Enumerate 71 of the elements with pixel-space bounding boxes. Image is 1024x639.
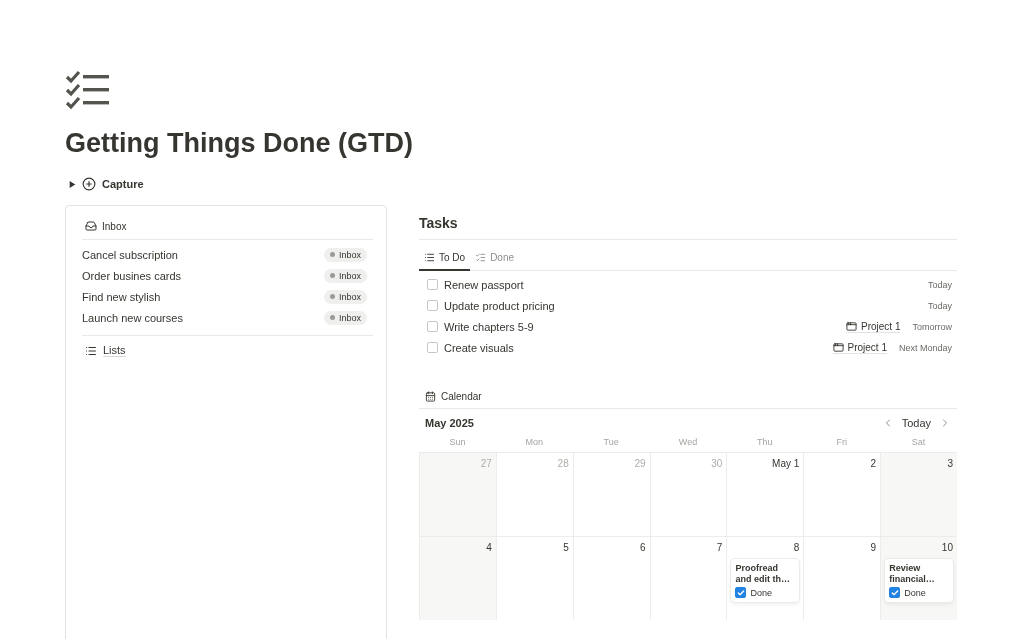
inbox-tag: Inbox [323, 289, 367, 304]
day-number: 7 [716, 542, 723, 553]
task-checkbox[interactable] [427, 279, 438, 290]
list-icon [424, 252, 435, 263]
weekday-label: Wed [677, 436, 699, 449]
inbox-item[interactable]: Order busines cards [82, 269, 182, 282]
task-date: Today [927, 300, 952, 311]
event-card[interactable]: Review financial… Done [885, 559, 953, 602]
inbox-item[interactable]: Launch new courses [82, 311, 183, 324]
page-title: Getting Things Done (GTD) [65, 128, 414, 159]
inbox-tag: Inbox [323, 268, 367, 283]
project-link[interactable]: Project 1 [846, 320, 901, 333]
day-number: May 1 [772, 458, 800, 469]
window-icon [846, 320, 857, 332]
calendar-title[interactable]: Calendar [441, 391, 482, 402]
weekday-label: Sat [910, 436, 927, 449]
task-date: Today [927, 279, 952, 290]
day-number: 4 [486, 542, 492, 553]
day-number: 9 [870, 542, 877, 553]
day-number: 30 [711, 458, 723, 469]
list-icon [85, 344, 97, 357]
weekday-label: Thu [756, 436, 774, 449]
checklist-icon [475, 252, 487, 263]
weekday-label: Tue [602, 436, 620, 449]
toggle-icon[interactable] [69, 180, 76, 188]
month-label: May 2025 [425, 417, 474, 429]
done-checkbox[interactable] [889, 587, 901, 598]
task-name[interactable]: Renew passport [444, 278, 916, 291]
event-title: Proofread and edit th… [735, 563, 791, 585]
weekday-label: Sun [448, 436, 467, 449]
day-number: 6 [640, 542, 646, 553]
inbox-title[interactable]: Inbox [102, 220, 127, 232]
inbox-item[interactable]: Find new stylish [82, 290, 161, 303]
checklist-icon [65, 70, 109, 110]
view-tab[interactable]: To Do [419, 244, 471, 271]
lists-link[interactable]: Lists [103, 344, 126, 357]
day-number: 10 [941, 542, 953, 553]
task-checkbox[interactable] [427, 321, 438, 332]
day-number: 29 [634, 458, 646, 469]
task-name[interactable]: Update product pricing [444, 299, 916, 312]
task-name[interactable]: Write chapters 5-9 [444, 320, 840, 333]
day-number: 8 [793, 542, 800, 553]
inbox-tag: Inbox [323, 247, 367, 262]
view-tab[interactable]: Done [470, 244, 520, 271]
task-date: Next Monday [898, 342, 952, 353]
inbox-tag: Inbox [323, 310, 367, 325]
day-number: 3 [947, 458, 953, 469]
task-name[interactable]: Create visuals [444, 341, 827, 354]
task-date: Tomorrow [912, 321, 952, 332]
inbox-icon [85, 220, 97, 232]
event-title: Review financial… [889, 563, 936, 585]
day-number: 28 [557, 458, 569, 469]
weekday-label: Fri [835, 436, 848, 449]
task-checkbox[interactable] [427, 342, 438, 353]
task-checkbox[interactable] [427, 300, 438, 311]
day-number: 5 [563, 542, 569, 553]
project-link[interactable]: Project 1 [832, 341, 887, 354]
day-number: 27 [480, 458, 492, 469]
today-button[interactable]: Today [901, 417, 931, 429]
day-number: 2 [870, 458, 877, 469]
status-label: Done [750, 587, 772, 598]
calendar-icon [425, 391, 436, 402]
capture-label[interactable]: Capture [102, 178, 144, 190]
status-label: Done [904, 587, 926, 598]
event-card[interactable]: Proofread and edit th… Done [731, 559, 800, 602]
window-icon [832, 341, 844, 353]
plus-icon [82, 177, 96, 191]
inbox-item[interactable]: Cancel subscription [82, 248, 178, 261]
weekday-label: Mon [524, 436, 545, 449]
tasks-heading: Tasks [419, 215, 957, 240]
done-checkbox[interactable] [735, 587, 747, 598]
